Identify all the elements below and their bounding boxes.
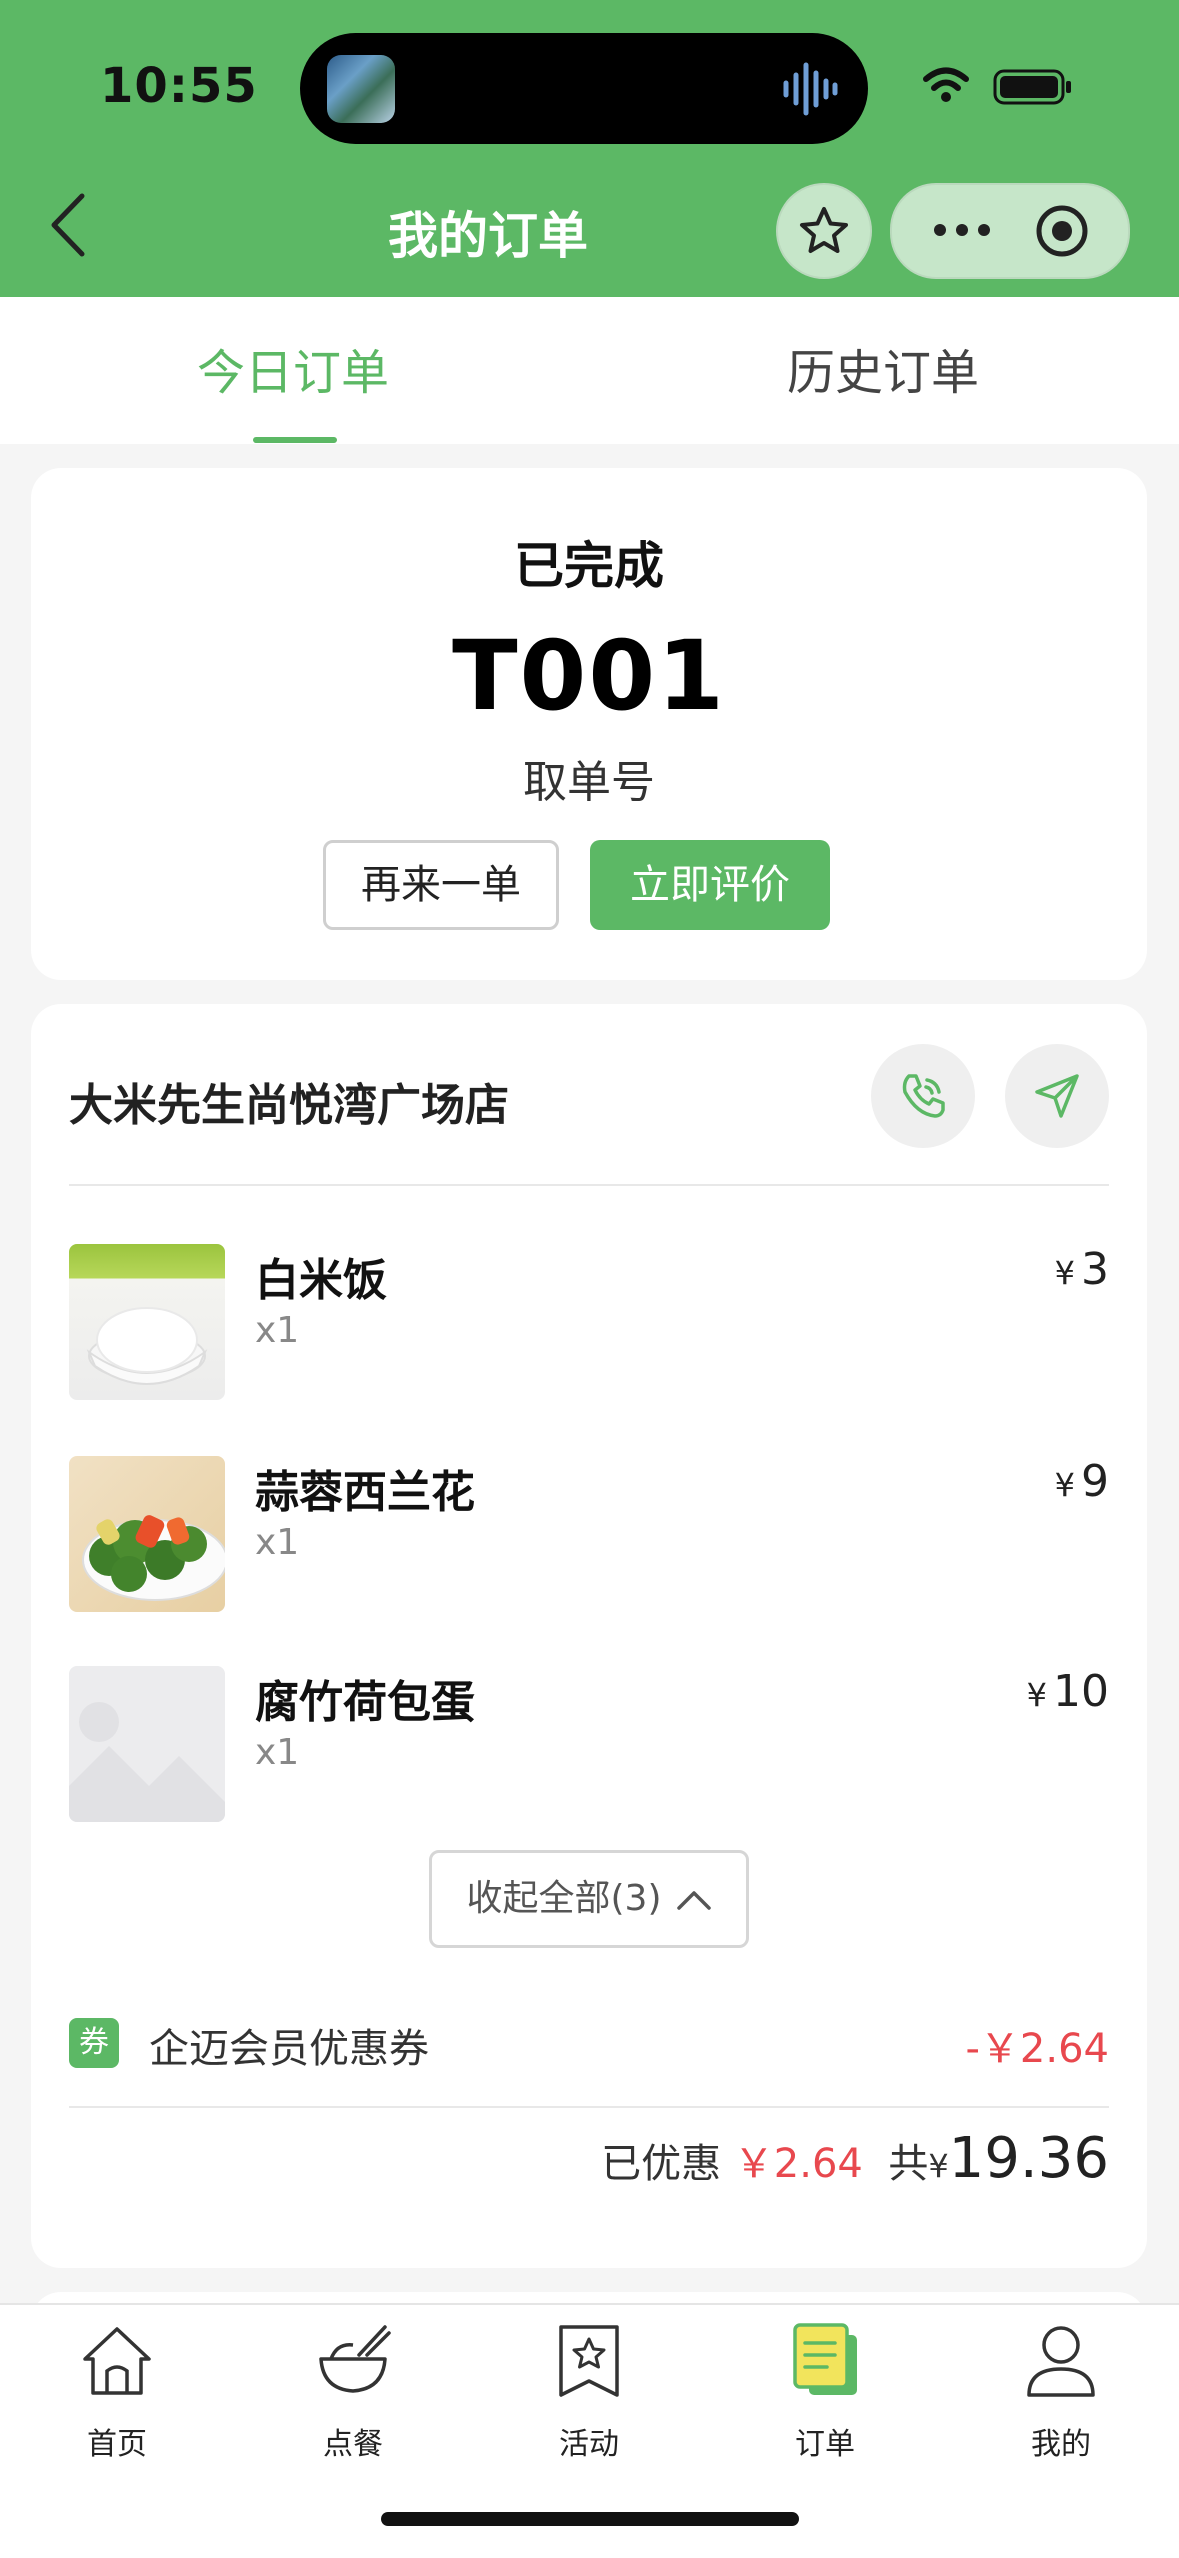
review-button[interactable]: 立即评价: [590, 840, 830, 930]
order-item: 蒜蓉西兰花 x1 ¥9: [69, 1456, 1109, 1616]
bowl-icon: [319, 2325, 391, 2393]
battery-icon: [993, 69, 1071, 105]
status-time: 10:55: [100, 58, 258, 114]
nav-order-food[interactable]: 点餐: [273, 2321, 433, 2462]
nav-label: 订单: [795, 2427, 855, 2462]
phone-icon: [902, 1074, 945, 1118]
tab-history-orders[interactable]: 历史订单: [683, 333, 1083, 403]
navigate-store-button[interactable]: [1005, 1044, 1109, 1148]
order-total: 19.36: [948, 2126, 1109, 2191]
call-store-button[interactable]: [871, 1044, 975, 1148]
coupon-amount: -￥2.64: [965, 2026, 1110, 2072]
nav-orders[interactable]: 订单: [745, 2321, 905, 2462]
pickup-number-label: 取单号: [523, 757, 655, 808]
close-target-icon[interactable]: [1034, 203, 1090, 259]
total-label: 共: [888, 2141, 929, 2187]
item-name: 白米饭: [255, 1255, 387, 1306]
order-status: 已完成: [514, 537, 664, 595]
nav-home[interactable]: 首页: [37, 2321, 197, 2462]
item-price: ¥9: [1055, 1456, 1109, 1507]
order-doc-icon: [793, 2323, 857, 2395]
currency-symbol: ¥: [1026, 1676, 1047, 1714]
active-tab-indicator: [253, 437, 337, 443]
dynamic-island: [300, 33, 868, 144]
coupon-badge: 券: [69, 2018, 119, 2068]
total-currency: ¥: [928, 2147, 949, 2185]
home-indicator: [381, 2512, 799, 2526]
currency-symbol: ¥: [1054, 1466, 1075, 1504]
more-dots-icon[interactable]: [930, 215, 994, 245]
favorite-button[interactable]: [776, 183, 872, 279]
user-icon: [1027, 2326, 1095, 2397]
divider: [69, 2106, 1109, 2108]
nav-activities[interactable]: 活动: [509, 2321, 669, 2462]
nav-label: 我的: [1031, 2427, 1091, 2462]
nav-profile[interactable]: 我的: [981, 2321, 1141, 2462]
star-bookmark-icon: [559, 2325, 619, 2397]
item-image-rice: [69, 1244, 225, 1400]
order-summary: 已优惠 ￥2.64 共¥19.36: [601, 2126, 1109, 2191]
store-name: 大米先生尚悦湾广场店: [69, 1080, 509, 1131]
order-item: 白米饭 x1 ¥3: [69, 1244, 1109, 1404]
item-price-value: 9: [1081, 1456, 1109, 1507]
nav-label: 首页: [87, 2427, 147, 2462]
navigation-arrow-icon: [1035, 1074, 1079, 1118]
collapse-items-button[interactable]: 收起全部(3): [429, 1850, 749, 1948]
home-icon: [83, 2327, 151, 2395]
item-price: ¥10: [1027, 1666, 1109, 1717]
order-item: 腐竹荷包蛋 x1 ¥10: [69, 1666, 1109, 1826]
item-price-value: 3: [1081, 1244, 1109, 1295]
divider: [69, 1184, 1109, 1186]
wifi-icon: [923, 67, 969, 102]
coupon-label: 企迈会员优惠券: [149, 2026, 429, 2072]
collapse-label: 收起全部(3): [466, 1878, 662, 1919]
item-price: ¥3: [1055, 1244, 1109, 1295]
star-icon: [800, 207, 848, 253]
item-price-value: 10: [1053, 1666, 1109, 1717]
pickup-number: T001: [452, 620, 726, 732]
tab-today-orders[interactable]: 今日订单: [93, 333, 493, 403]
reorder-button[interactable]: 再来一单: [323, 840, 559, 930]
item-name: 蒜蓉西兰花: [255, 1467, 475, 1518]
nav-label: 点餐: [323, 2427, 383, 2462]
audio-waveform-icon: [783, 62, 838, 116]
chevron-up-icon: [676, 1891, 711, 1910]
currency-symbol: ¥: [1054, 1254, 1075, 1292]
item-quantity: x1: [255, 1310, 300, 1351]
header-bar: 10:55 我的订单: [0, 0, 1179, 297]
item-name: 腐竹荷包蛋: [255, 1677, 475, 1728]
item-image-broccoli: [69, 1456, 225, 1612]
miniprogram-capsule: [890, 183, 1130, 279]
item-quantity: x1: [255, 1732, 300, 1773]
discount-label: 已优惠: [601, 2141, 722, 2187]
discount-amount: ￥2.64: [733, 2141, 863, 2187]
order-detail-card: 大米先生尚悦湾广场店 白米饭 x1 ¥3 蒜蓉西兰花 x1 ¥ 9 腐竹荷包蛋 …: [31, 1004, 1147, 2268]
nav-label: 活动: [559, 2427, 619, 2462]
image-placeholder-icon: [69, 1666, 225, 1822]
order-status-card: 已完成 T001 取单号 再来一单 立即评价: [31, 468, 1147, 980]
order-tabs: 今日订单 历史订单: [0, 297, 1179, 444]
item-quantity: x1: [255, 1522, 300, 1563]
now-playing-artwork: [327, 55, 395, 123]
